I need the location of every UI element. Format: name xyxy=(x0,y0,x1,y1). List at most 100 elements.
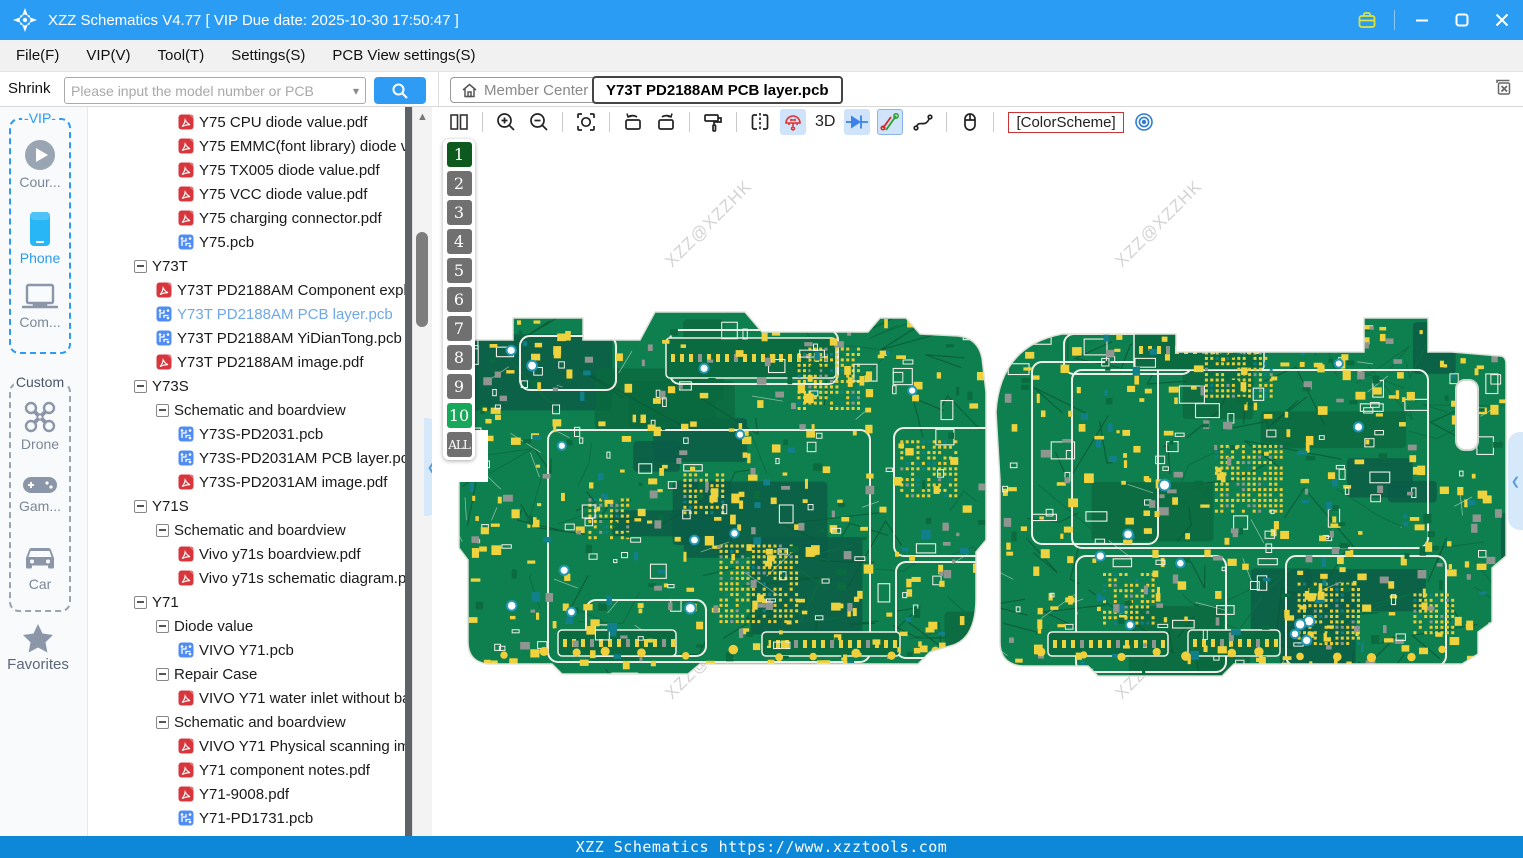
3d-view-button[interactable]: 3D xyxy=(813,113,837,131)
layer-button-4[interactable]: 4 xyxy=(446,229,472,254)
tree-item[interactable]: Y71-PD1731.pcb xyxy=(88,806,405,830)
tree-item[interactable]: Y75 charging connector.pdf xyxy=(88,206,405,230)
pcb-canvas[interactable]: XZZ@XZZHKXZZ@XZZHKXZZ@XZZHKXZZ@XZZHK xyxy=(432,137,1523,836)
member-center-button[interactable]: Member Center xyxy=(450,77,600,103)
measure-probe-button[interactable] xyxy=(877,109,904,135)
mouse-settings-button[interactable] xyxy=(957,109,983,135)
sidebar-item-car[interactable]: Car xyxy=(11,544,69,592)
layer-button-7[interactable]: 7 xyxy=(446,316,472,341)
layer-button-all[interactable]: ALL xyxy=(446,432,472,457)
layer-button-8[interactable]: 8 xyxy=(446,345,472,370)
tree-item[interactable]: Y73S-PD2031AM image.pdf xyxy=(88,470,405,494)
tree-item[interactable]: Schematic and boardview xyxy=(88,398,405,422)
view-rings-icon[interactable] xyxy=(1131,109,1157,135)
tree-item[interactable]: Y73S xyxy=(88,374,405,398)
document-tab[interactable]: Y73T PD2188AM PCB layer.pcb xyxy=(592,76,843,104)
fit-view-button[interactable] xyxy=(573,109,599,135)
tree-item[interactable]: Y73T PD2188AM YiDianTong.pcb xyxy=(88,326,405,350)
tree-item[interactable]: Repair Case xyxy=(88,662,405,686)
layer-button-9[interactable]: 9 xyxy=(446,374,472,399)
chevron-down-icon[interactable]: ▾ xyxy=(353,84,359,98)
tree-item[interactable]: Y73T PD2188AM PCB layer.pcb xyxy=(88,302,405,326)
tree-item[interactable]: Y71 component notes.pdf xyxy=(88,758,405,782)
diode-mode-button[interactable] xyxy=(844,109,871,135)
layer-button-1[interactable]: 1 xyxy=(446,142,472,167)
tree-item[interactable]: Vivo y71s boardview.pdf xyxy=(88,542,405,566)
tree-item[interactable]: Schematic and boardview xyxy=(88,518,405,542)
collapse-toggle-icon[interactable] xyxy=(134,499,147,513)
tree-item[interactable]: Y75 TX005 diode value.pdf xyxy=(88,158,405,182)
document-tab-label: Y73T PD2188AM PCB layer.pcb xyxy=(606,81,829,99)
collapse-toggle-icon[interactable] xyxy=(156,403,169,417)
lamp-highlight-button[interactable] xyxy=(780,109,806,135)
panel-splitter[interactable] xyxy=(405,107,412,836)
collapse-toggle-icon[interactable] xyxy=(134,595,147,609)
tree-item-label: Y73S xyxy=(152,377,189,395)
tree-item[interactable]: Y73T PD2188AM image.pdf xyxy=(88,350,405,374)
search-input-wrap[interactable]: ▾ xyxy=(64,77,366,104)
scroll-up-icon[interactable]: ▲ xyxy=(417,111,428,123)
tree-item[interactable]: Y75 EMMC(font library) diode v xyxy=(88,134,405,158)
sidebar-item-gam[interactable]: Gam... xyxy=(11,474,69,514)
sidebar-item-com[interactable]: Com... xyxy=(11,282,69,330)
tree-item[interactable]: Y73S-PD2031.pcb xyxy=(88,422,405,446)
collapse-right-panel-handle[interactable]: ❮ xyxy=(1508,432,1523,530)
close-button[interactable] xyxy=(1489,7,1515,33)
menu-item[interactable]: VIP(V) xyxy=(86,47,130,64)
layer-button-2[interactable]: 2 xyxy=(446,171,472,196)
layer-button-6[interactable]: 6 xyxy=(446,287,472,312)
watermark-text: XZZ@XZZHK xyxy=(1111,177,1205,271)
split-view-button[interactable] xyxy=(446,109,472,135)
search-button[interactable] xyxy=(374,77,426,104)
tree-item[interactable]: Y75.pcb xyxy=(88,230,405,254)
tree-item[interactable]: Y75 VCC diode value.pdf xyxy=(88,182,405,206)
mirror-flip-button[interactable] xyxy=(747,109,773,135)
collapse-toggle-icon[interactable] xyxy=(134,259,147,273)
tree-item[interactable]: Y71-9008.pdf xyxy=(88,782,405,806)
sidebar-item-cour[interactable]: Cour... xyxy=(11,138,69,190)
tree-item[interactable]: Y71 xyxy=(88,590,405,614)
tree-item[interactable]: Diode value xyxy=(88,614,405,638)
search-input[interactable] xyxy=(65,82,353,99)
paint-roller-button[interactable] xyxy=(700,109,726,135)
sidebar-item-drone[interactable]: Drone xyxy=(11,400,69,452)
menu-item[interactable]: File(F) xyxy=(16,47,59,64)
collapse-toggle-icon[interactable] xyxy=(134,379,147,393)
sidebar-item-phone[interactable]: Phone xyxy=(11,210,69,266)
menu-item[interactable]: Tool(T) xyxy=(158,47,205,64)
minimize-button[interactable] xyxy=(1409,7,1435,33)
tree-item[interactable]: Y73T xyxy=(88,254,405,278)
maximize-button[interactable] xyxy=(1449,7,1475,33)
menu-item[interactable]: Settings(S) xyxy=(231,47,305,64)
rotate-right-button[interactable] xyxy=(653,109,679,135)
shrink-button[interactable]: Shrink xyxy=(8,80,51,97)
collapse-toggle-icon[interactable] xyxy=(156,619,169,633)
tree-item[interactable]: VIVO Y71.pcb xyxy=(88,638,405,662)
zoom-out-button[interactable] xyxy=(526,109,552,135)
pcb-board xyxy=(459,312,986,674)
tree-item[interactable]: Y75 CPU diode value.pdf xyxy=(88,110,405,134)
scrollbar-thumb[interactable] xyxy=(416,232,428,327)
layer-button-3[interactable]: 3 xyxy=(446,200,472,225)
collapse-toggle-icon[interactable] xyxy=(156,715,169,729)
zoom-in-button[interactable] xyxy=(493,109,519,135)
collapse-toggle-icon[interactable] xyxy=(156,667,169,681)
sidebar-item-favorites[interactable]: Favorites xyxy=(0,622,76,673)
tree-item[interactable]: Vivo y71s schematic diagram.pc xyxy=(88,566,405,590)
tree-item[interactable]: VIVO Y71 water inlet without ba xyxy=(88,686,405,710)
collapse-toggle-icon[interactable] xyxy=(156,523,169,537)
menu-item[interactable]: PCB View settings(S) xyxy=(332,47,475,64)
tree-item[interactable]: VIVO Y71 Physical scanning ima xyxy=(88,734,405,758)
colorscheme-button[interactable]: [ColorScheme] xyxy=(1008,111,1124,133)
rotate-left-button[interactable] xyxy=(620,109,646,135)
close-document-icon[interactable] xyxy=(1493,77,1513,97)
layer-button-10[interactable]: 10 xyxy=(446,403,472,428)
tree-item[interactable]: Schematic and boardview xyxy=(88,710,405,734)
curve-path-button[interactable] xyxy=(910,109,936,135)
tree-item[interactable]: Y73S-PD2031AM PCB layer.pcb xyxy=(88,446,405,470)
pcb-file-icon xyxy=(178,642,194,658)
vip-briefcase-icon[interactable] xyxy=(1354,7,1380,33)
layer-button-5[interactable]: 5 xyxy=(446,258,472,283)
tree-item[interactable]: Y71S xyxy=(88,494,405,518)
tree-item[interactable]: Y73T PD2188AM Component expla xyxy=(88,278,405,302)
